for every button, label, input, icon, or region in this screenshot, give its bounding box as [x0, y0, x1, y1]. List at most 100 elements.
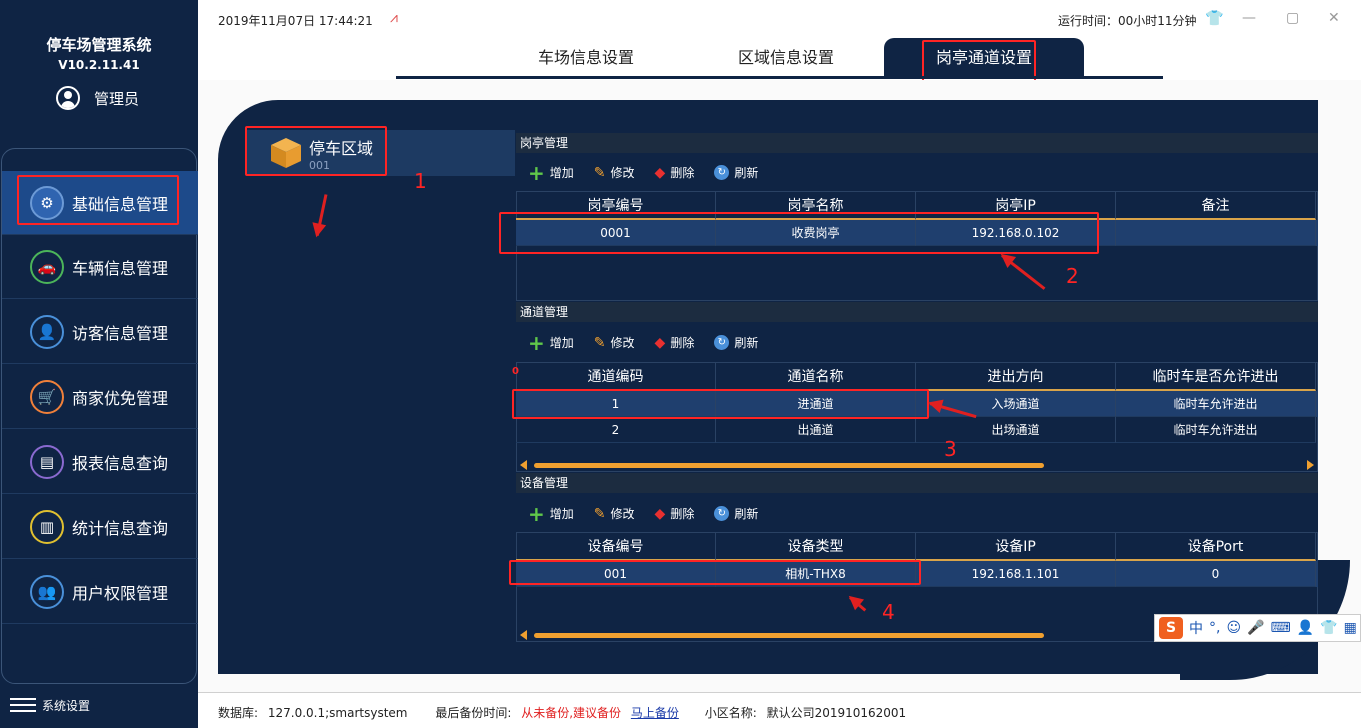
table-row[interactable]: 2 出通道 出场通道 临时车允许进出: [516, 417, 1318, 443]
emoji-icon[interactable]: ☺: [1226, 620, 1241, 636]
user-info[interactable]: 管理员: [56, 86, 139, 110]
annotation-number-1: 1: [414, 169, 427, 193]
plus-icon: +: [528, 160, 545, 185]
column-header[interactable]: 设备Port: [1116, 533, 1316, 561]
device-section-title: 设备管理: [516, 473, 1318, 493]
device-refresh-button[interactable]: ↻ 刷新: [714, 505, 758, 522]
table-cell: 临时车允许进出: [1116, 417, 1316, 443]
table-cell: 出通道: [716, 417, 916, 443]
sidebar-item-vehicle-info[interactable]: 🚗 车辆信息管理: [2, 235, 198, 299]
column-header[interactable]: 进出方向: [916, 363, 1116, 391]
eraser-icon: ◆: [654, 334, 666, 351]
scroll-right-icon[interactable]: [1307, 460, 1314, 470]
close-icon[interactable]: ✕: [1328, 10, 1340, 26]
chart-icon[interactable]: ⩘: [390, 10, 398, 26]
device-delete-button[interactable]: ◆ 删除: [655, 505, 695, 522]
column-header[interactable]: 设备类型: [716, 533, 916, 561]
scroll-left-icon[interactable]: [520, 460, 527, 470]
sidebar-item-report-query[interactable]: ▤ 报表信息查询: [2, 430, 198, 494]
column-header[interactable]: 通道编码: [516, 363, 716, 391]
pencil-icon: ✎: [593, 334, 606, 351]
sidebar-item-label: 商家优免管理: [72, 388, 169, 408]
add-label: 增加: [549, 166, 574, 180]
sidebar-item-stats-query[interactable]: ▥ 统计信息查询: [2, 495, 198, 559]
scroll-left-icon[interactable]: [520, 630, 527, 640]
system-settings-button[interactable]: 系统设置: [10, 696, 90, 714]
maximize-icon[interactable]: ▢: [1286, 10, 1299, 26]
app-version: V10.2.11.41: [58, 58, 140, 72]
channel-hscrollbar[interactable]: [516, 458, 1318, 472]
column-header[interactable]: 设备编号: [516, 533, 716, 561]
add-label: 增加: [549, 336, 574, 350]
sidebar-item-label: 用户权限管理: [72, 583, 169, 603]
user-icon[interactable]: 👤: [1297, 620, 1314, 636]
tab-area-settings[interactable]: 区域信息设置: [686, 38, 886, 78]
annotation-number-4: 4: [882, 600, 895, 624]
system-settings-label: 系统设置: [42, 698, 91, 713]
device-add-button[interactable]: + 增加: [528, 501, 574, 526]
channel-delete-button[interactable]: ◆ 删除: [655, 334, 695, 351]
punctuation-icon[interactable]: °,: [1209, 620, 1220, 636]
column-header[interactable]: 设备IP: [916, 533, 1116, 561]
pencil-icon: ✎: [593, 164, 606, 181]
users-icon: 👥: [30, 574, 64, 609]
ime-language-label[interactable]: 中: [1189, 618, 1203, 638]
tab-parking-lot-settings[interactable]: 车场信息设置: [486, 38, 686, 78]
grid-icon[interactable]: ▦: [1344, 620, 1357, 636]
highlight-box-booth-row: [499, 212, 1099, 254]
delete-label: 删除: [670, 336, 695, 350]
highlight-box-area: [245, 126, 387, 176]
sidebar-item-user-permissions[interactable]: 👥 用户权限管理: [2, 560, 198, 624]
highlight-box-channel-row: [512, 389, 929, 419]
sidebar-item-visitor-info[interactable]: 👤 访客信息管理: [2, 300, 198, 364]
table-cell: 0: [1116, 561, 1316, 587]
scroll-thumb[interactable]: [534, 463, 1044, 468]
delete-label: 删除: [670, 166, 695, 180]
plus-icon: +: [528, 501, 545, 526]
sidebar-item-label: 报表信息查询: [72, 453, 169, 473]
table-cell: [1116, 220, 1316, 246]
booth-add-button[interactable]: + 增加: [528, 160, 574, 185]
tab-underline: [396, 76, 1163, 79]
device-edit-button[interactable]: ✎ 修改: [594, 505, 635, 522]
backup-warning: 从未备份,建议备份: [521, 706, 622, 720]
edit-label: 修改: [610, 166, 635, 180]
annotation-number-3: 3: [944, 437, 957, 461]
eraser-icon: ◆: [654, 164, 666, 181]
channel-add-button[interactable]: + 增加: [528, 333, 574, 353]
sogou-logo-icon: S: [1159, 617, 1183, 639]
keyboard-icon[interactable]: ⌨: [1271, 620, 1291, 636]
skin-icon[interactable]: 👕: [1320, 620, 1337, 636]
user-name: 管理员: [94, 89, 140, 108]
sidebar-item-merchant-discount[interactable]: 🛒 商家优免管理: [2, 365, 198, 429]
settings-sliders-icon: [10, 696, 36, 714]
refresh-label: 刷新: [734, 507, 759, 521]
microphone-icon[interactable]: 🎤: [1247, 620, 1264, 636]
channel-section-title: 通道管理: [516, 302, 1318, 322]
booth-delete-button[interactable]: ◆ 删除: [655, 164, 695, 181]
community-value: 默认公司201910162001: [766, 706, 907, 720]
skin-shirt-icon[interactable]: 👕: [1205, 9, 1224, 27]
channel-marker: 0: [512, 366, 519, 377]
column-header[interactable]: 通道名称: [716, 363, 916, 391]
scroll-thumb[interactable]: [534, 633, 1044, 638]
visitor-icon: 👤: [30, 314, 64, 349]
backup-now-link[interactable]: 马上备份: [631, 706, 679, 720]
cart-icon: 🛒: [30, 379, 64, 414]
ime-toolbar[interactable]: S 中 °, ☺ 🎤 ⌨ 👤 👕 ▦: [1154, 614, 1361, 642]
sidebar-menu: ⚙ 基础信息管理 🚗 车辆信息管理 👤 访客信息管理 🛒 商家优免管理 ▤ 报表…: [1, 148, 198, 684]
booth-refresh-button[interactable]: ↻ 刷新: [714, 164, 758, 181]
column-header[interactable]: 备注: [1116, 192, 1316, 220]
refresh-icon: ↻: [714, 506, 730, 521]
pencil-icon: ✎: [593, 505, 606, 522]
column-header[interactable]: 临时车是否允许进出: [1116, 363, 1316, 391]
stats-icon: ▥: [30, 509, 64, 544]
channel-edit-button[interactable]: ✎ 修改: [594, 334, 635, 351]
channel-refresh-button[interactable]: ↻ 刷新: [714, 334, 758, 351]
booth-edit-button[interactable]: ✎ 修改: [594, 164, 635, 181]
refresh-label: 刷新: [734, 336, 759, 350]
highlight-box-menu: [17, 175, 179, 225]
edit-label: 修改: [610, 507, 635, 521]
minimize-icon[interactable]: —: [1242, 10, 1256, 26]
car-icon: 🚗: [30, 249, 64, 284]
